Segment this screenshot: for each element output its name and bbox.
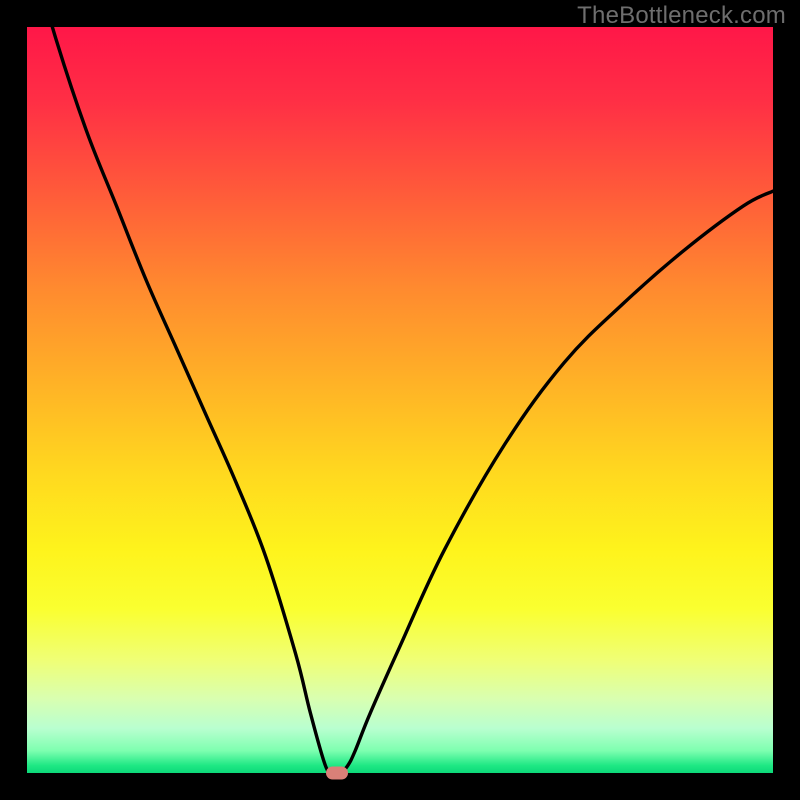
watermark-text: TheBottleneck.com — [577, 2, 786, 30]
bottleneck-curve — [27, 27, 773, 773]
plot-area — [27, 27, 773, 773]
curve-svg — [27, 27, 773, 773]
optimum-marker — [326, 767, 348, 780]
chart-frame: TheBottleneck.com — [0, 0, 800, 800]
